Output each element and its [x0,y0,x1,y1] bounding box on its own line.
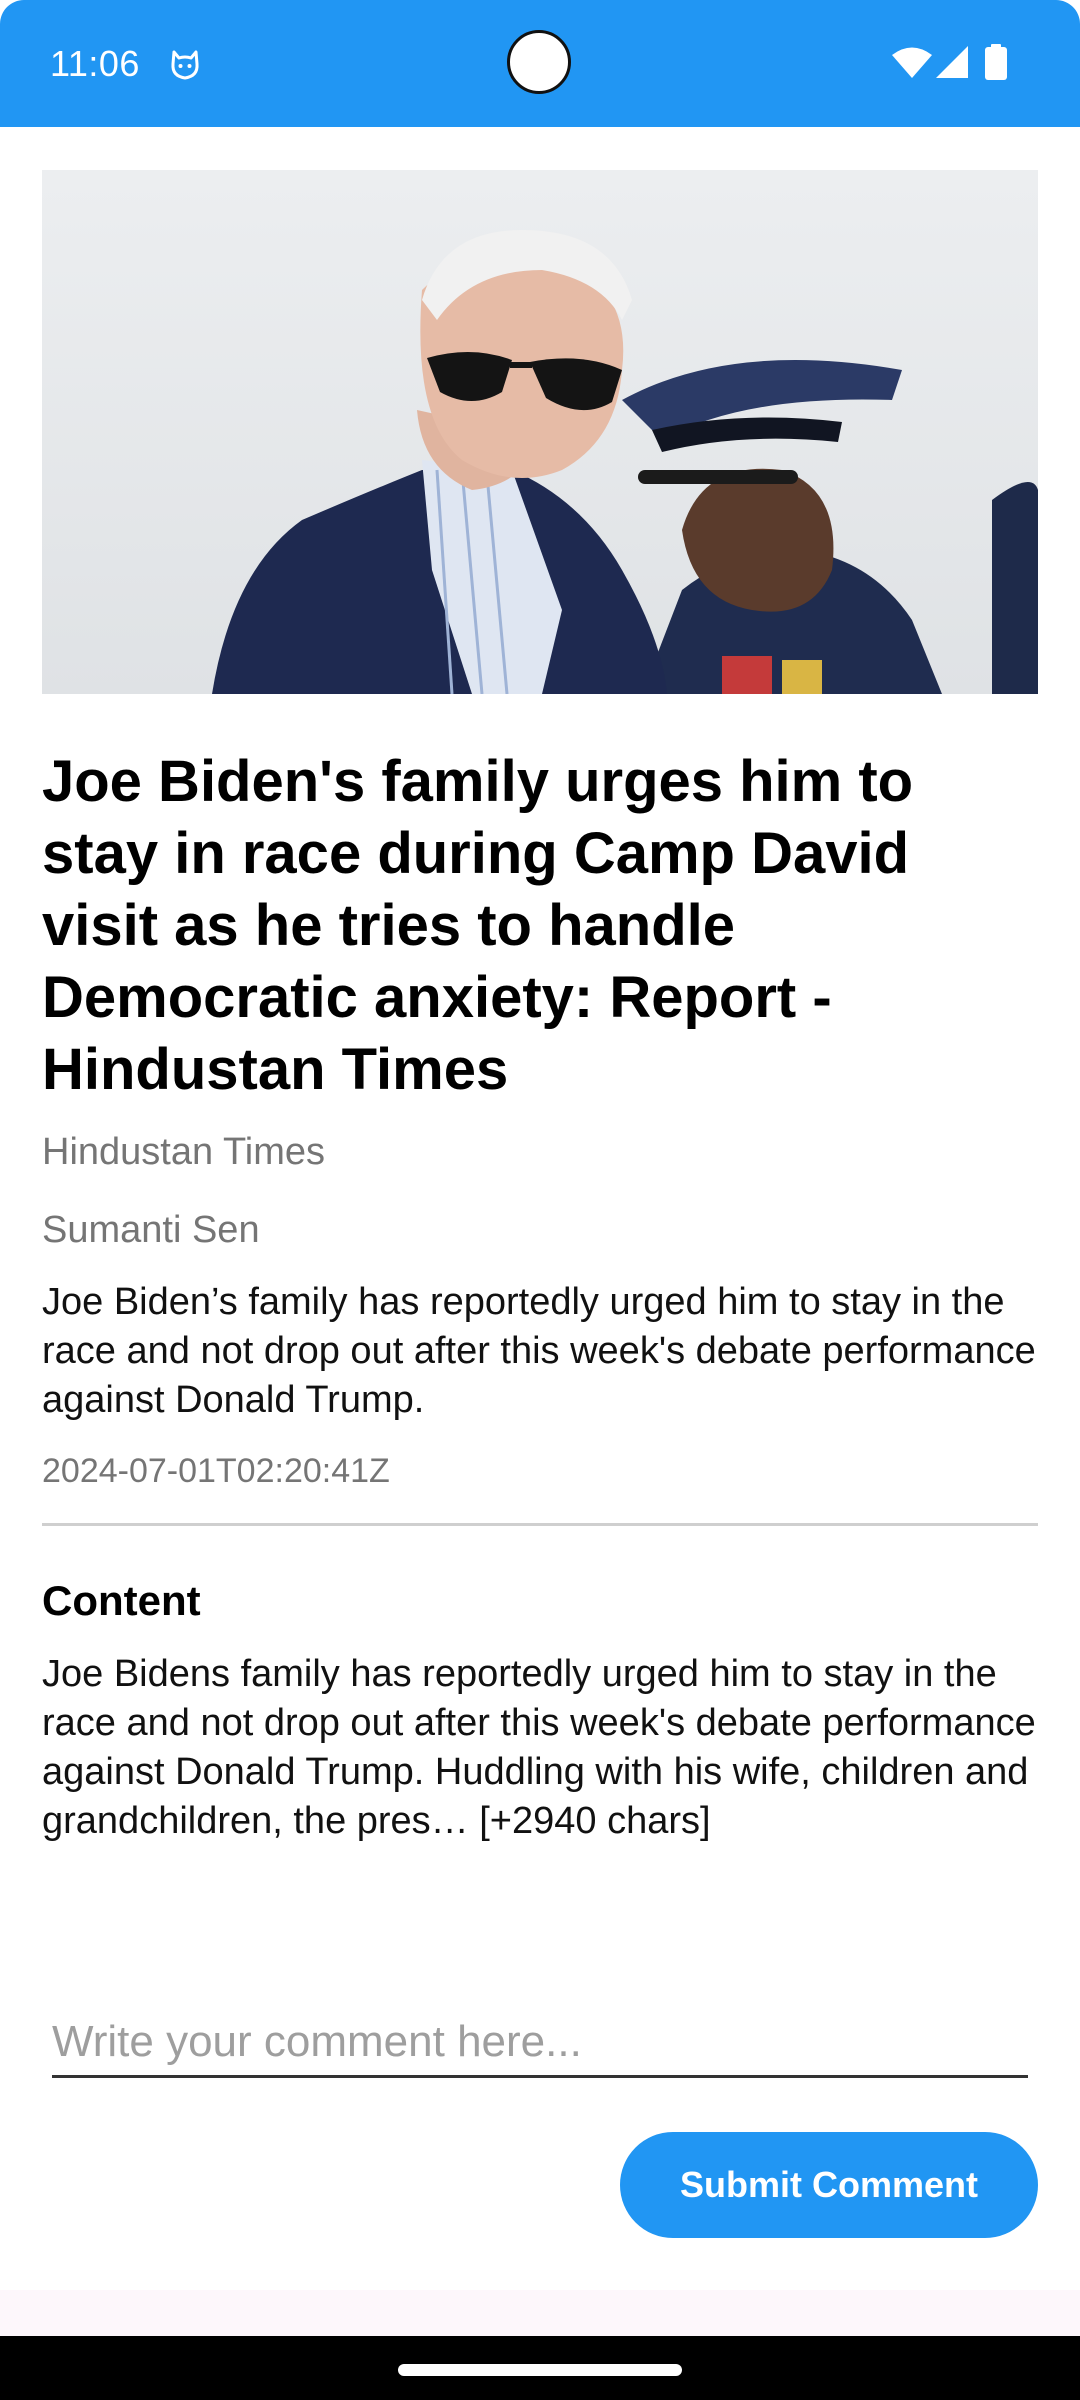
signal-icon [936,46,968,78]
home-gesture-handle[interactable] [398,2364,682,2376]
content-heading: Content [42,1577,201,1624]
status-time: 11:06 [50,43,140,84]
article-title: Joe Biden's family urges him to stay in … [42,749,914,1102]
app-screen: 11:06 Joe Biden's family urges him to st… [0,0,1080,2400]
bottom-spacer [0,2290,1080,2336]
divider [42,1523,1038,1526]
camera-cutout [507,30,571,94]
battery-icon [985,44,1007,80]
wifi-icon [892,47,932,78]
comment-input[interactable] [52,2008,1028,2078]
article-author: Sumanti Sen [42,1209,260,1251]
article-detail: Joe Biden's family urges him to stay in … [42,170,1038,1846]
status-bar: 11:06 [0,0,1080,127]
article-source: Hindustan Times [42,1131,326,1173]
article-description: Joe Biden’s family has reportedly urged … [42,1281,1036,1421]
content-body: Joe Bidens family has reportedly urged h… [42,1653,1036,1842]
article-image [42,170,1038,694]
submit-comment-button[interactable]: Submit Comment [620,2132,1038,2238]
article-published-date: 2024-07-01T02:20:41Z [42,1452,390,1490]
cat-notification-icon [171,50,199,80]
